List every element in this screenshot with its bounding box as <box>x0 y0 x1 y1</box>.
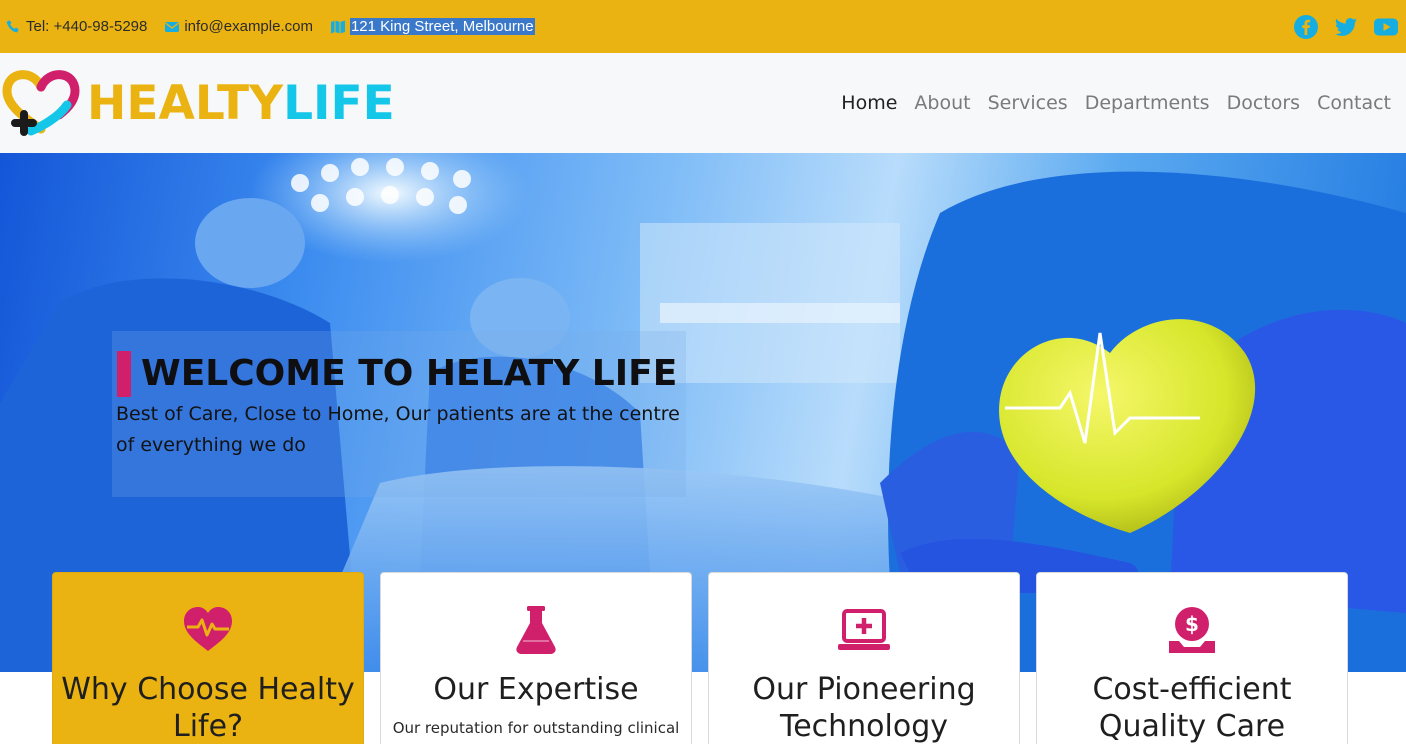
feature-title: Our Expertise <box>433 672 639 707</box>
envelope-icon <box>164 19 180 35</box>
twitter-icon[interactable] <box>1333 14 1359 40</box>
svg-text:$: $ <box>1185 612 1199 636</box>
nav-services[interactable]: Services <box>988 92 1068 114</box>
hero-subtitle: Best of Care, Close to Home, Our patient… <box>116 403 680 456</box>
heart-pulse-icon <box>181 603 235 657</box>
address-text: 121 King Street, Melbourne <box>349 18 535 35</box>
contact-address: 121 King Street, Melbourne <box>330 18 535 35</box>
hand-dollar-icon: $ <box>1165 603 1219 657</box>
flask-icon <box>509 603 563 657</box>
contact-email[interactable]: info@example.com <box>164 18 313 35</box>
hero-title: WELCOME TO HELATY LIFE <box>141 353 678 394</box>
laptop-medical-icon <box>837 603 891 657</box>
phone-icon <box>6 19 22 35</box>
feature-card-technology[interactable]: Our Pioneering Technology <box>708 572 1020 744</box>
map-icon <box>330 19 346 35</box>
feature-card-cost-efficient[interactable]: $ Cost-efficient Quality Care <box>1036 572 1348 744</box>
nav-about[interactable]: About <box>914 92 970 114</box>
contact-phone: Tel: +440-98-5298 <box>6 18 147 35</box>
main-navbar: HEALTYLIFE Home About Services Departmen… <box>0 53 1406 153</box>
email-text[interactable]: info@example.com <box>184 18 313 35</box>
phone-text: Tel: +440-98-5298 <box>26 18 148 35</box>
feature-card-why-choose[interactable]: Why Choose Healty Life? <box>52 572 364 744</box>
brand-name-part1: HEALTY <box>87 75 284 131</box>
nav-contact[interactable]: Contact <box>1317 92 1391 114</box>
feature-title: Our Pioneering Technology <box>752 672 976 744</box>
brand-logo[interactable]: HEALTYLIFE <box>1 65 395 141</box>
nav-menu: Home About Services Departments Doctors … <box>824 92 1406 114</box>
brand-name-part2: LIFE <box>283 75 395 131</box>
feature-title: Cost-efficient Quality Care <box>1092 672 1292 744</box>
facebook-icon[interactable] <box>1293 14 1319 40</box>
nav-doctors[interactable]: Doctors <box>1227 92 1301 114</box>
hero-accent-bar <box>117 351 131 397</box>
nav-home[interactable]: Home <box>841 92 897 114</box>
feature-text: Our reputation for outstanding clinical <box>392 719 680 737</box>
heart-cross-logo-icon <box>2 70 80 136</box>
top-bar: Tel: +440-98-5298 info@example.com 121 K… <box>0 0 1406 53</box>
feature-title: Why Choose Healty Life? <box>61 672 355 744</box>
social-links <box>1293 14 1400 40</box>
feature-card-expertise[interactable]: Our Expertise Our reputation for outstan… <box>380 572 692 744</box>
nav-departments[interactable]: Departments <box>1085 92 1210 114</box>
youtube-icon[interactable] <box>1373 14 1399 40</box>
